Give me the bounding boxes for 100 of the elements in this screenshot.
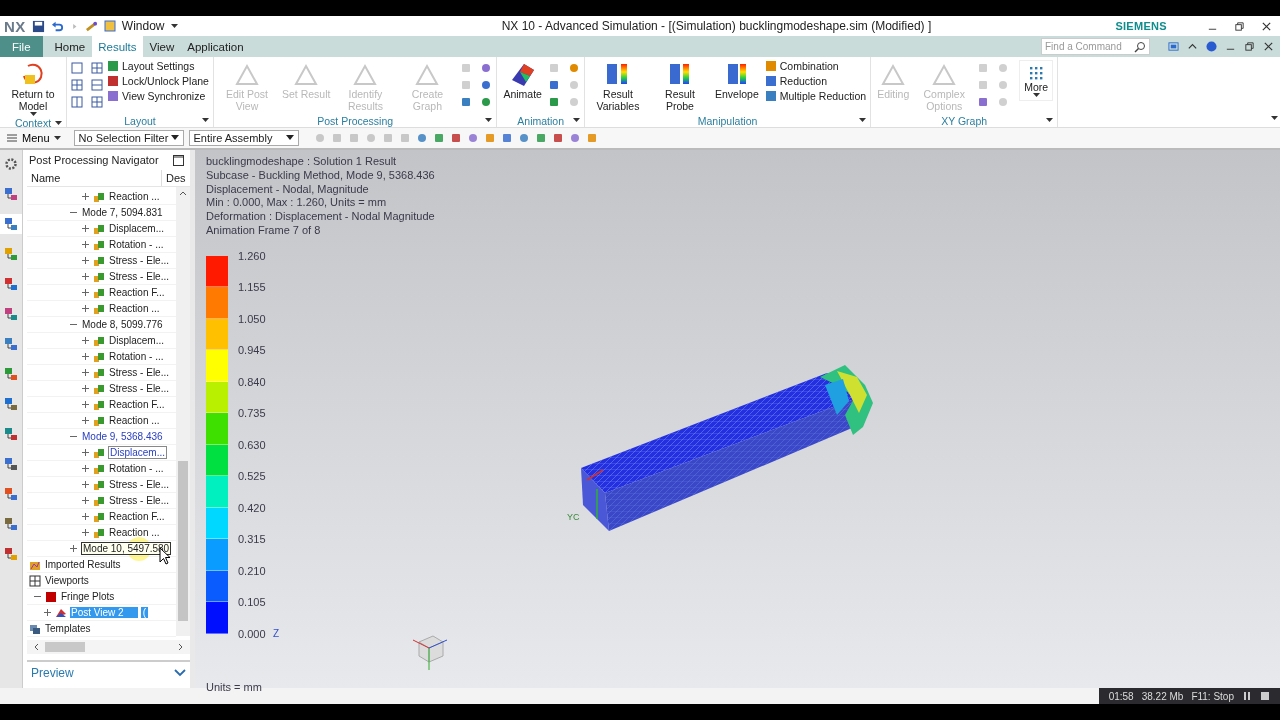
- expand-icon[interactable]: [81, 288, 90, 297]
- close-icon[interactable]: [1261, 20, 1272, 32]
- tool-icon[interactable]: [547, 79, 560, 91]
- layout-icon[interactable]: [71, 79, 83, 91]
- tree-item[interactable]: Mode 9, 5368.436: [81, 431, 164, 442]
- expand-icon[interactable]: [81, 336, 90, 345]
- layout-icon[interactable]: [91, 62, 103, 74]
- ribbon-command[interactable]: Reduction: [764, 75, 867, 87]
- help-icon[interactable]: [1206, 41, 1217, 52]
- more-button[interactable]: More: [1019, 60, 1054, 101]
- wand-icon[interactable]: [84, 19, 98, 33]
- expand-icon[interactable]: [81, 304, 90, 313]
- caret-icon[interactable]: [859, 118, 867, 123]
- close-icon[interactable]: [1263, 41, 1274, 52]
- tree-item[interactable]: Displacem...: [108, 223, 165, 234]
- tree-item[interactable]: Imported Results: [44, 559, 122, 570]
- scroll-right-icon[interactable]: [178, 643, 184, 651]
- expand-icon[interactable]: [81, 352, 90, 361]
- scroll-left-icon[interactable]: [33, 643, 39, 651]
- toolbar-icon[interactable]: [568, 132, 581, 144]
- resource-tab-icon[interactable]: [0, 214, 22, 234]
- tree-item[interactable]: Stress - Ele...: [108, 479, 170, 490]
- horizontal-scrollbar[interactable]: [27, 640, 190, 654]
- ribbon-command[interactable]: Combination: [764, 60, 867, 72]
- expand-icon[interactable]: [81, 384, 90, 393]
- layout-icon[interactable]: [91, 96, 103, 108]
- undo-icon[interactable]: [50, 19, 64, 33]
- tree-item[interactable]: Reaction F...: [108, 511, 166, 522]
- tree-item[interactable]: Stress - Ele...: [108, 255, 170, 266]
- tree-item[interactable]: Stress - Ele...: [108, 271, 170, 282]
- toolbar-icon[interactable]: [517, 132, 530, 144]
- tool-icon[interactable]: [480, 96, 493, 108]
- expand-icon[interactable]: [43, 608, 52, 617]
- tree-item[interactable]: Reaction ...: [108, 191, 161, 202]
- tree-item[interactable]: Displacem...: [108, 446, 167, 459]
- tool-icon[interactable]: [480, 62, 493, 74]
- column-header[interactable]: Name: [27, 170, 162, 186]
- file-tab[interactable]: File: [0, 36, 43, 57]
- pause-icon[interactable]: [1242, 691, 1252, 701]
- layout-icon[interactable]: [91, 79, 103, 91]
- tree-item[interactable]: Rotation - ...: [108, 239, 165, 250]
- tool-icon[interactable]: [567, 62, 580, 74]
- expand-icon[interactable]: [81, 272, 90, 281]
- tree-item[interactable]: Templates: [44, 623, 92, 634]
- tree-item[interactable]: Mode 7, 5094.831: [81, 207, 164, 218]
- toolbar-icon[interactable]: [415, 132, 428, 144]
- tree-item[interactable]: Stress - Ele...: [108, 367, 170, 378]
- toolbar-icon[interactable]: [534, 132, 547, 144]
- expand-icon[interactable]: [81, 512, 90, 521]
- toolbar-icon[interactable]: [432, 132, 445, 144]
- ribbon-button[interactable]: Animate: [501, 60, 544, 100]
- expand-icon[interactable]: [81, 240, 90, 249]
- ribbon-button[interactable]: Result Variables: [588, 60, 647, 112]
- maximize-icon[interactable]: [173, 154, 184, 166]
- tool-icon[interactable]: [547, 96, 560, 108]
- expand-icon[interactable]: [81, 400, 90, 409]
- caret-icon[interactable]: [1271, 116, 1278, 121]
- restore-icon[interactable]: [1244, 41, 1255, 52]
- expand-icon[interactable]: [81, 464, 90, 473]
- tree-item[interactable]: Mode 10, 5497.580: [81, 542, 172, 555]
- caret-icon[interactable]: [1046, 118, 1054, 123]
- tree-item[interactable]: Reaction ...: [108, 415, 161, 426]
- tree-item[interactable]: Reaction ...: [108, 303, 161, 314]
- tree-item[interactable]: Mode 8, 5099.776: [81, 319, 164, 330]
- ribbon-command[interactable]: Layout Settings: [107, 60, 209, 72]
- expand-icon[interactable]: [81, 416, 90, 425]
- save-icon[interactable]: [31, 19, 45, 33]
- expand-icon[interactable]: [81, 480, 90, 489]
- expand-icon[interactable]: [81, 224, 90, 233]
- expand-icon[interactable]: [69, 544, 78, 553]
- caret-icon[interactable]: [485, 118, 493, 123]
- ribbon-tab[interactable]: Home: [48, 36, 92, 57]
- scope-dropdown[interactable]: Entire Assembly: [188, 130, 299, 146]
- ribbon-tab[interactable]: Results: [92, 36, 143, 57]
- tree-item[interactable]: Stress - Ele...: [108, 383, 170, 394]
- panel-title[interactable]: Preview: [31, 666, 74, 680]
- toolbar-icon[interactable]: [551, 132, 564, 144]
- window-icon[interactable]: [103, 20, 116, 32]
- layout-icon[interactable]: [71, 96, 83, 108]
- command-search-field[interactable]: Find a Command: [1041, 38, 1150, 55]
- caret-icon[interactable]: [572, 118, 580, 123]
- selection-filter-dropdown[interactable]: No Selection Filter: [73, 130, 184, 146]
- tool-icon[interactable]: [460, 96, 473, 108]
- toolbar-icon[interactable]: [466, 132, 479, 144]
- monitor-icon[interactable]: [1168, 41, 1179, 52]
- tree-item[interactable]: Fringe Plots: [60, 591, 116, 602]
- expand-icon[interactable]: [81, 528, 90, 537]
- tree-item[interactable]: Stress - Ele...: [108, 495, 170, 506]
- vertical-scrollbar[interactable]: [176, 187, 190, 636]
- tree-item[interactable]: Rotation - ...: [108, 351, 165, 362]
- ribbon-tab[interactable]: View: [143, 36, 181, 57]
- collapse-ribbon-icon[interactable]: [1187, 41, 1198, 52]
- tree-item[interactable]: Reaction F...: [108, 287, 166, 298]
- chevron-down-icon[interactable]: [174, 669, 186, 677]
- caret-icon[interactable]: [170, 23, 178, 29]
- menu-button[interactable]: Menu: [6, 132, 61, 144]
- ribbon-button[interactable]: Return to Model: [4, 60, 62, 117]
- ribbon-command[interactable]: Lock/Unlock Plane: [107, 75, 209, 87]
- tool-icon[interactable]: [480, 79, 493, 91]
- restore-icon[interactable]: [1234, 20, 1245, 32]
